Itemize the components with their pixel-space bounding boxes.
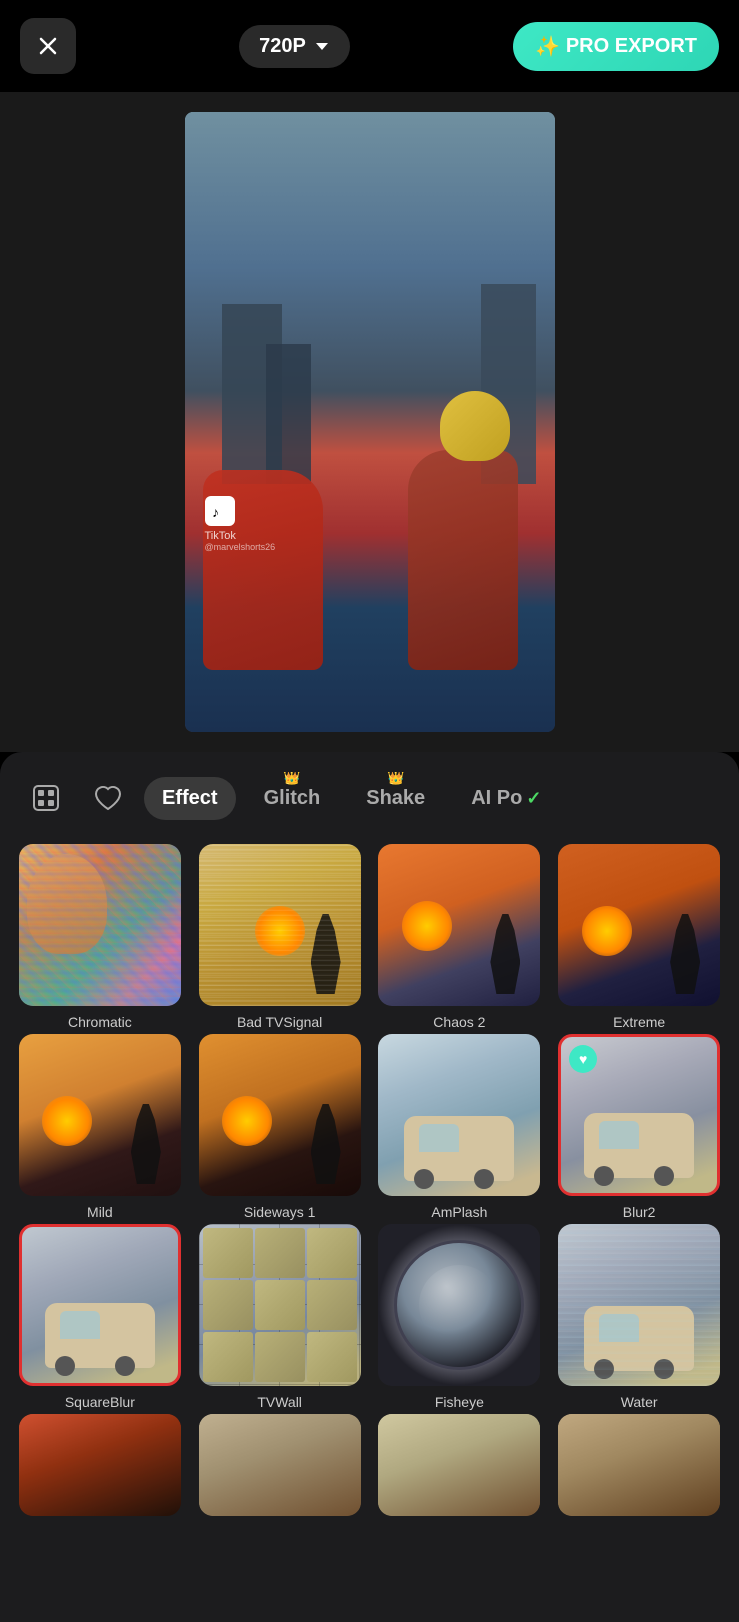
effect-panel: Effect 👑 Glitch 👑 Shake AI Po ✓ [0,752,739,1622]
resolution-label: 720P [259,35,306,58]
effect-blur2[interactable]: ♥ Blur2 [551,1034,727,1220]
effect-sideways1[interactable]: Sideways 1 [192,1034,368,1220]
effect-row4d-thumb [558,1414,720,1516]
effect-chaos2[interactable]: Chaos 2 [372,844,548,1030]
effect-amplash-thumb [378,1034,540,1196]
tab-effect-label: Effect [162,787,218,809]
effect-row4b[interactable] [192,1414,368,1524]
effect-extreme-label: Extreme [558,1014,720,1030]
effect-fisheye-label: Fisheye [378,1394,540,1410]
tab-glitch[interactable]: 👑 Glitch [246,777,339,820]
tiktok-watermark: ♪ TikTok @marvelshorts26 [205,496,276,552]
effect-tvwall-thumb [199,1224,361,1386]
pro-export-icon: ✨ [535,34,560,59]
shake-crown-icon: 👑 [387,772,404,786]
svg-text:♪: ♪ [212,504,219,520]
effect-extreme[interactable]: Extreme [551,844,727,1030]
effect-badtvsignal[interactable]: Bad TVSignal [192,844,368,1030]
effect-squareblur-thumb [19,1224,181,1386]
effect-chromatic[interactable]: Chromatic [12,844,188,1030]
resolution-button[interactable]: 720P [239,25,350,68]
effect-fisheye-thumb [378,1224,540,1386]
effect-chaos2-label: Chaos 2 [378,1014,540,1030]
effect-row4b-thumb [199,1414,361,1516]
tab-glitch-label: Glitch [264,787,321,809]
effect-tvwall-label: TVWall [199,1394,361,1410]
effect-blur2-label: Blur2 [558,1204,720,1220]
tab-shake[interactable]: 👑 Shake [348,777,443,820]
effects-grid: Chromatic Bad TVSignal Chaos 2 Extreme [0,844,739,1524]
effect-mild-label: Mild [19,1204,181,1220]
tab-recent-icon[interactable] [20,772,72,824]
aipo-check-icon: ✓ [526,788,541,809]
video-preview-area: ♪ TikTok @marvelshorts26 [0,92,739,752]
effect-row4a-thumb [19,1414,181,1516]
effect-squareblur-label: SquareBlur [19,1394,181,1410]
close-button[interactable] [20,18,76,74]
effect-badtvsignal-thumb [199,844,361,1006]
effect-row4c-thumb [378,1414,540,1516]
effect-fisheye[interactable]: Fisheye [372,1224,548,1410]
effect-squareblur[interactable]: SquareBlur [12,1224,188,1410]
tab-shake-label: Shake [366,787,425,809]
effect-water-thumb [558,1224,720,1386]
effect-sideways1-label: Sideways 1 [199,1204,361,1220]
tab-favorites-icon[interactable] [82,772,134,824]
effect-row4c[interactable] [372,1414,548,1524]
effect-badtvsignal-label: Bad TVSignal [199,1014,361,1030]
effect-row4d[interactable] [551,1414,727,1524]
effect-blur2-thumb: ♥ [558,1034,720,1196]
tab-effect[interactable]: Effect [144,777,236,820]
effect-water[interactable]: Water [551,1224,727,1410]
effect-sideways1-thumb [199,1034,361,1196]
effect-chromatic-thumb [19,844,181,1006]
effect-tvwall[interactable]: TVWall [192,1224,368,1410]
effect-row4a[interactable] [12,1414,188,1524]
glitch-crown-icon: 👑 [283,772,300,786]
effect-amplash-label: AmPlash [378,1204,540,1220]
effect-extreme-thumb [558,844,720,1006]
effect-water-label: Water [558,1394,720,1410]
video-frame: ♪ TikTok @marvelshorts26 [185,112,555,732]
top-bar: 720P ✨ PRO EXPORT [0,0,739,92]
effect-chaos2-thumb [378,844,540,1006]
tiktok-label: TikTok [205,530,236,542]
tab-aipo[interactable]: AI Po ✓ [453,777,559,820]
blur2-heart-badge: ♥ [569,1045,597,1073]
effect-chromatic-label: Chromatic [19,1014,181,1030]
effect-mild[interactable]: Mild [12,1034,188,1220]
pro-export-button[interactable]: ✨ PRO EXPORT [513,22,719,71]
tab-bar: Effect 👑 Glitch 👑 Shake AI Po ✓ [0,772,739,844]
tiktok-handle: @marvelshorts26 [205,542,276,552]
tab-aipo-label: AI Po [471,787,522,810]
effect-amplash[interactable]: AmPlash [372,1034,548,1220]
effect-mild-thumb [19,1034,181,1196]
pro-export-label: PRO EXPORT [566,35,697,58]
